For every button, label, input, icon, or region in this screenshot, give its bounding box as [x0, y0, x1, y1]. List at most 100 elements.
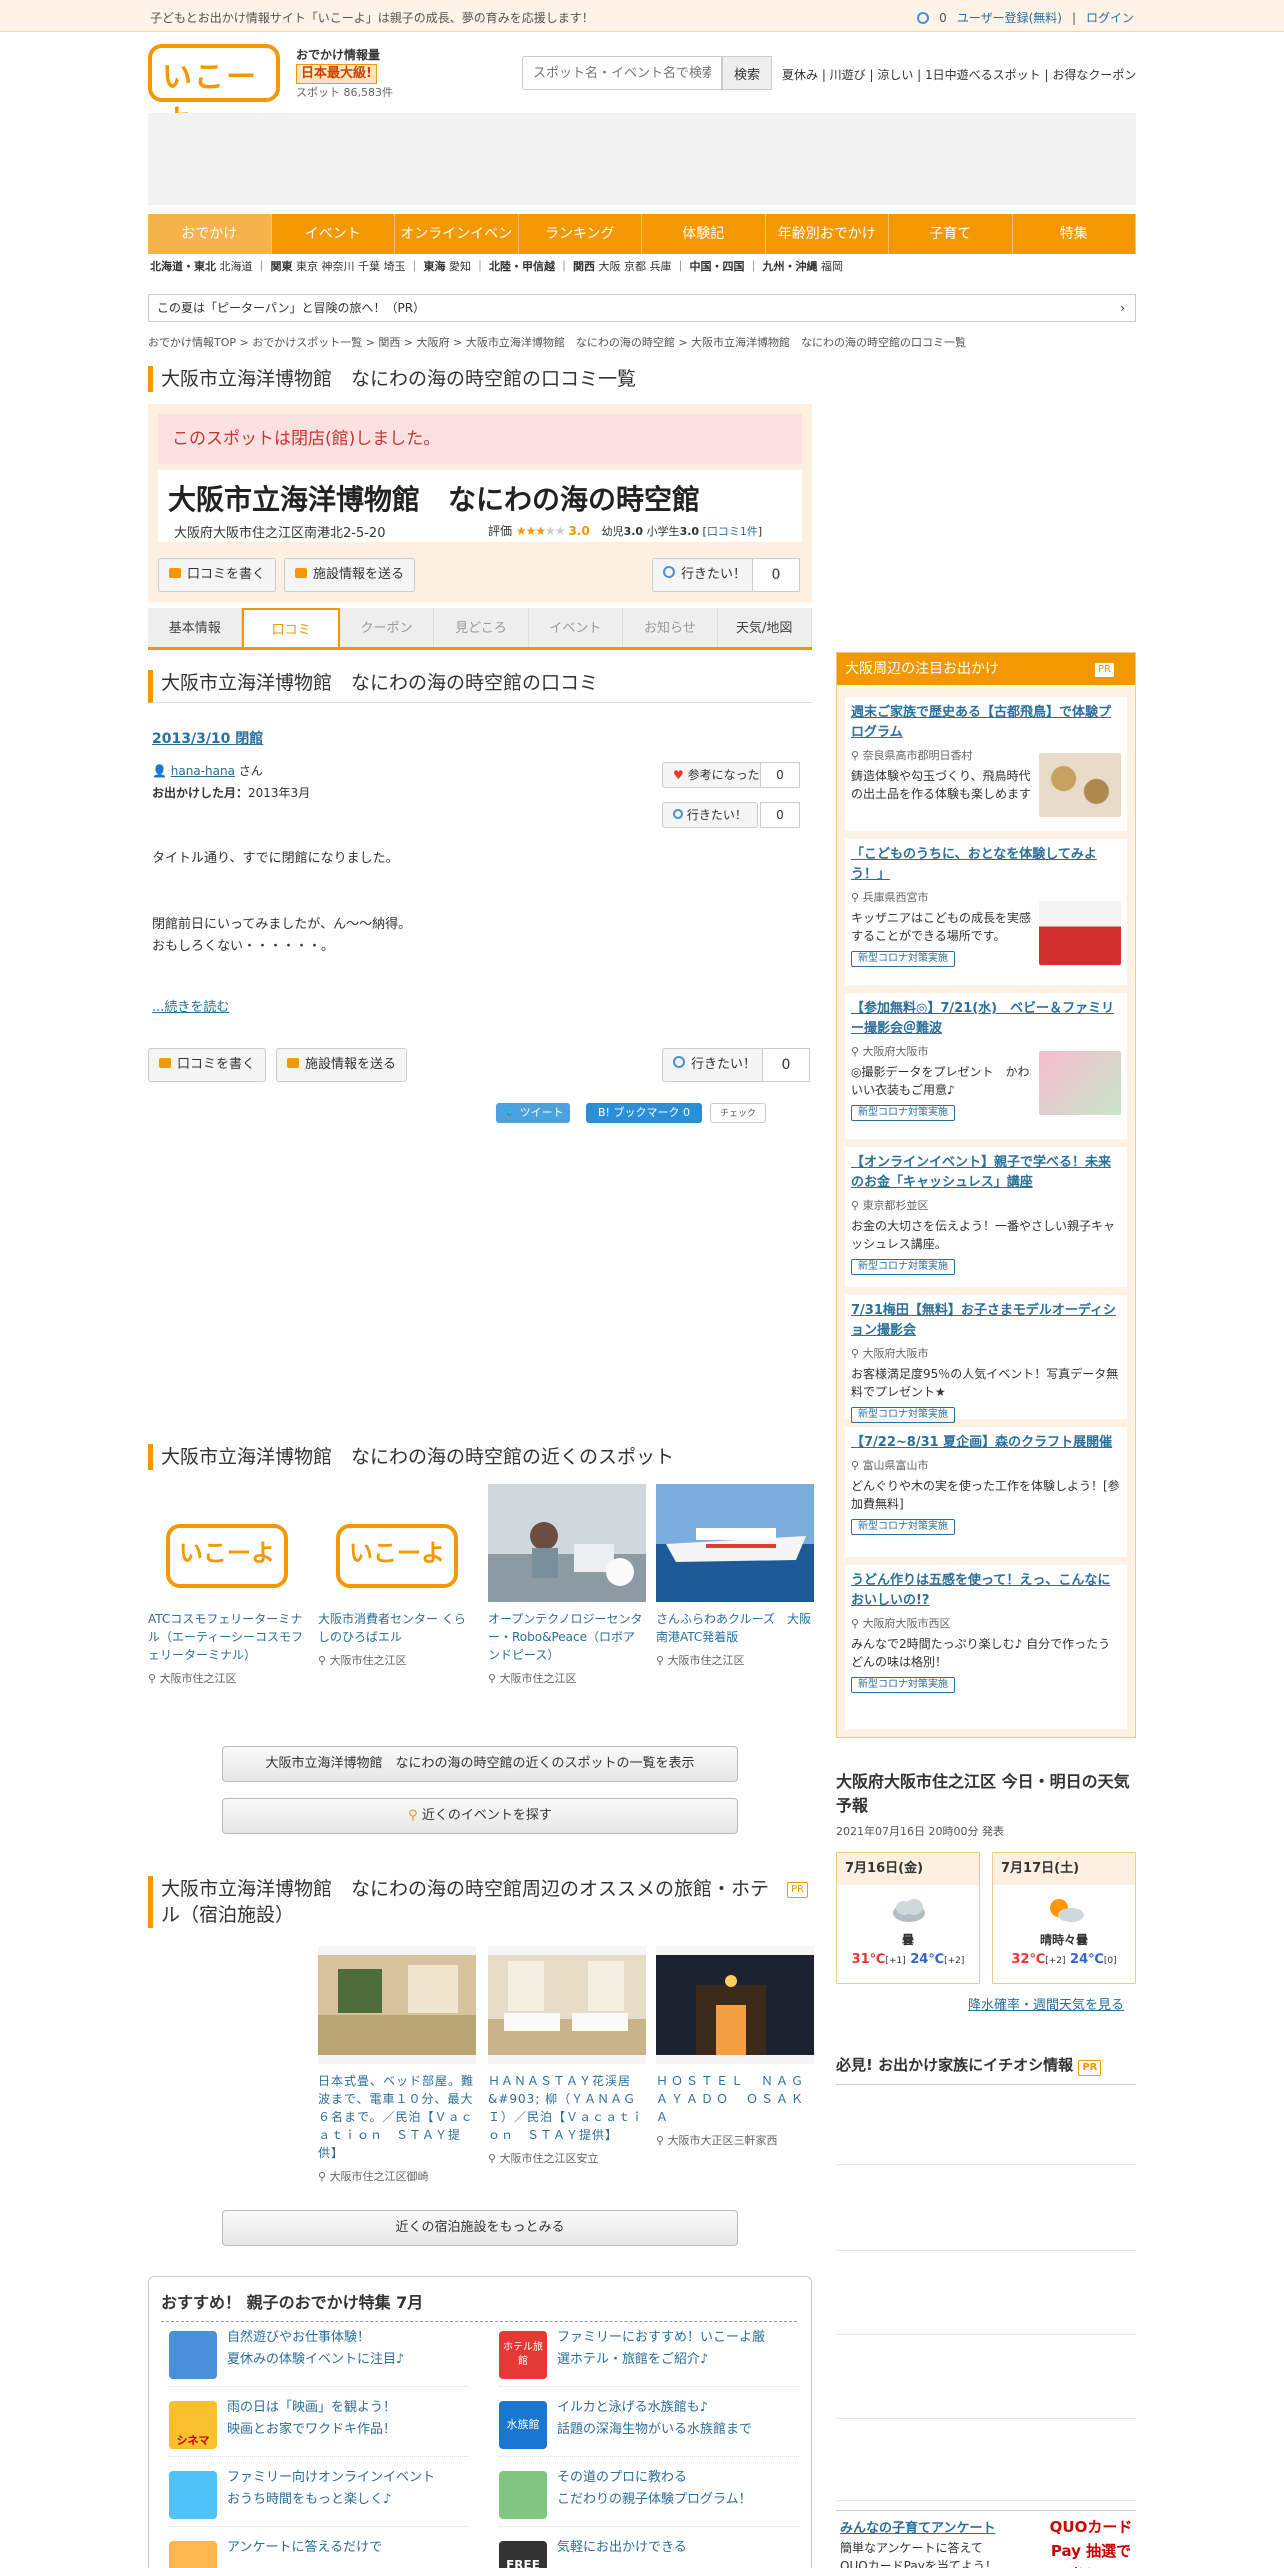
tab-highlights[interactable]: 見どころ: [434, 608, 529, 647]
nearby-spot[interactable]: いこーよ ATCコスモフェリーターミナル（エーティーシーコスモフェリーターミナル…: [148, 1484, 306, 1688]
hotel-link[interactable]: ＨＡＮＡＳＴＡＹ花渓居 &#903; 柳（ＹＡＮＡＧＩ）／民泊【Ｖａｃａｔｉｏｎ…: [488, 2072, 646, 2144]
tab-news[interactable]: お知らせ: [623, 608, 718, 647]
tab-event[interactable]: イベント: [528, 608, 624, 647]
hotel-photo[interactable]: [318, 1946, 476, 2064]
promo-banner[interactable]: この夏は「ピーターパン」と冒険の旅へ！（PR） ›: [148, 294, 1136, 322]
region-items[interactable]: 愛知: [449, 260, 471, 273]
ad-banner[interactable]: [148, 113, 1136, 205]
card-title[interactable]: 週末ご家族で歴史ある【古都飛鳥】で体験プログラム: [851, 703, 1121, 743]
feature-item[interactable]: ホテル旅館 ファミリーにおすすめ！いこーよ厳 選ホテル・旅館をご紹介♪: [499, 2327, 799, 2387]
card-title[interactable]: 【参加無料◎】7/21(水) ベビー＆ファミリー撮影会＠難波: [851, 999, 1121, 1039]
card-thumb[interactable]: [1039, 901, 1121, 965]
spot-link[interactable]: さんふらわあクルーズ 大阪南港ATC発着版: [656, 1610, 814, 1646]
tab-basic[interactable]: 基本情報: [148, 608, 243, 647]
sidebar-card[interactable]: 【オンラインイベント】親子で学べる！未来のお金「キャッシュレス」講座 ⚲ 東京都…: [845, 1147, 1127, 1287]
review-count-link[interactable]: 口コミ1件: [707, 525, 758, 538]
card-title[interactable]: 【7/22~8/31 夏企画】森のクラフト展開催: [851, 1433, 1121, 1453]
card-thumb[interactable]: [1039, 1051, 1121, 1115]
hotel-link[interactable]: ＨＯＳＴＥＬ ＮＡＧＡＹＡＤＯ ＯＳＡＫＡ: [656, 2072, 814, 2126]
clip-icon[interactable]: [914, 9, 932, 26]
quick-links[interactable]: 夏休み | 川遊び | 涼しい | 1日中遊べるスポット | お得なクーポン: [782, 66, 1136, 83]
card-title[interactable]: 「こどものうちに、おとなを体験してみよう！」: [851, 845, 1121, 885]
nav-odekake[interactable]: おでかけ: [148, 214, 272, 254]
send-info-button[interactable]: 施設情報を送る: [284, 558, 416, 592]
spot-link[interactable]: オープンテクノロジーセンター・Robo&Peace（ロボアンドピース）: [488, 1610, 646, 1664]
sidebar-card[interactable]: 週末ご家族で歴史ある【古都飛鳥】で体験プログラム ⚲ 奈良県高市郡明日香村 鋳造…: [845, 697, 1127, 831]
check-button[interactable]: チェック: [710, 1103, 766, 1123]
region-items[interactable]: 福岡: [821, 260, 843, 273]
region-name[interactable]: 関西: [573, 260, 595, 273]
hotel-item[interactable]: 日本式畳、ベッド部屋。難波まで、電車１０分、最大６名まで。／民泊【Ｖａｃａｔｉｏ…: [318, 1946, 476, 2186]
card-thumb[interactable]: [1039, 753, 1121, 817]
sidebar-card[interactable]: 「こどものうちに、おとなを体験してみよう！」 ⚲ 兵庫県西宮市 キッザニアはこど…: [845, 839, 1127, 985]
nav-special[interactable]: 特集: [1013, 214, 1136, 254]
spot-photo[interactable]: [488, 1484, 646, 1602]
card-title[interactable]: 【オンラインイベント】親子で学べる！未来のお金「キャッシュレス」講座: [851, 1153, 1121, 1193]
sidebar-card[interactable]: 7/31梅田【無料】お子さまモデルオーディション撮影会 ⚲ 大阪府大阪市 お客様…: [845, 1295, 1127, 1423]
hotel-photo[interactable]: [488, 1946, 646, 2064]
region-name[interactable]: 北海道・東北: [150, 260, 216, 273]
feature-item[interactable]: アンケートに答えるだけで: [169, 2537, 469, 2568]
sidebar-card[interactable]: 【参加無料◎】7/21(水) ベビー＆ファミリー撮影会＠難波 ⚲ 大阪府大阪市 …: [845, 993, 1127, 1139]
survey-title[interactable]: みんなの子育てアンケート: [840, 2517, 995, 2536]
feature-item[interactable]: FREE 気軽にお出かけできる: [499, 2537, 799, 2568]
spot-image[interactable]: いこーよ: [148, 1484, 306, 1602]
nearby-events-button[interactable]: ⚲ 近くのイベントを探す: [222, 1798, 738, 1834]
site-logo[interactable]: いこーよ: [148, 44, 280, 139]
quo-promo[interactable]: QUOカードPay 抽選で当たる: [1046, 2515, 1136, 2568]
spot-image[interactable]: いこーよ: [318, 1484, 476, 1602]
write-review-button-bottom[interactable]: 口コミを書く: [148, 1048, 267, 1082]
nav-ranking[interactable]: ランキング: [519, 214, 642, 254]
nearby-list-button[interactable]: 大阪市立海洋博物館 なにわの海の時空館の近くのスポットの一覧を表示: [222, 1746, 738, 1782]
tab-coupon[interactable]: クーポン: [339, 608, 435, 647]
feature-item[interactable]: その道のプロに教わる こだわりの親子体験プログラム！: [499, 2467, 799, 2527]
want-go-button[interactable]: 行きたい！: [652, 558, 758, 592]
hotel-item[interactable]: ＨＯＳＴＥＬ ＮＡＧＡＹＡＤＯ ＯＳＡＫＡ ⚲ 大阪市大正区三軒家西: [656, 1946, 814, 2150]
nav-age[interactable]: 年齢別おでかけ: [766, 214, 889, 254]
tab-reviews[interactable]: 口コミ: [242, 608, 340, 647]
search-button[interactable]: 検索: [722, 56, 772, 90]
search-input[interactable]: [522, 56, 722, 90]
sidebar-card[interactable]: うどん作りは五感を使って！えっ、こんなにおいしいの!? ⚲ 大阪府大阪市西区 み…: [845, 1565, 1127, 1729]
region-name[interactable]: 関東: [271, 260, 293, 273]
login-link[interactable]: ログイン: [1086, 9, 1134, 26]
region-name[interactable]: 中国・四国: [690, 260, 745, 273]
nav-taikenki[interactable]: 体験記: [642, 214, 766, 254]
want-go-button-bottom[interactable]: 行きたい！: [662, 1048, 768, 1082]
feature-item[interactable]: 自然遊びやお仕事体験！ 夏休みの体験イベントに注目♪: [169, 2327, 469, 2387]
card-title[interactable]: 7/31梅田【無料】お子さまモデルオーディション撮影会: [851, 1301, 1121, 1341]
feature-item[interactable]: ファミリー向けオンラインイベント おうち時間をもっと楽しく♪: [169, 2467, 469, 2527]
nearby-spot[interactable]: いこーよ 大阪市消費者センター くらしのひろばエル ⚲ 大阪市住之江区: [318, 1484, 476, 1670]
review-title[interactable]: 2013/3/10 閉館: [152, 728, 263, 748]
spot-photo[interactable]: [656, 1484, 814, 1602]
nearby-spot[interactable]: オープンテクノロジーセンター・Robo&Peace（ロボアンドピース） ⚲ 大阪…: [488, 1484, 646, 1688]
nav-online-event[interactable]: オンラインイベント: [395, 214, 519, 282]
nearby-spot[interactable]: さんふらわあクルーズ 大阪南港ATC発着版 ⚲ 大阪市住之江区: [656, 1484, 814, 1670]
region-items[interactable]: 北海道: [220, 260, 253, 273]
spot-link[interactable]: 大阪市消費者センター くらしのひろばエル: [318, 1610, 476, 1646]
tweet-button[interactable]: 🐦 ツイート: [496, 1103, 570, 1123]
region-name[interactable]: 東海: [424, 260, 446, 273]
hotel-more-button[interactable]: 近くの宿泊施設をもっとみる: [222, 2210, 738, 2246]
sidebar-card[interactable]: 【7/22~8/31 夏企画】森のクラフト展開催 ⚲ 富山県富山市 どんぐりや木…: [845, 1427, 1127, 1557]
spot-link[interactable]: ATCコスモフェリーターミナル（エーティーシーコスモフェリーターミナル）: [148, 1610, 306, 1664]
weekly-weather-link[interactable]: 降水確率・週間天気を見る: [968, 1994, 1124, 2013]
tab-weather-map[interactable]: 天気/地図: [717, 608, 812, 647]
card-title[interactable]: うどん作りは五感を使って！えっ、こんなにおいしいの!?: [851, 1571, 1121, 1611]
region-items[interactable]: 東京 神奈川 千葉 埼玉: [296, 260, 406, 273]
region-items[interactable]: 大阪 京都 兵庫: [599, 260, 672, 273]
hatena-button[interactable]: B! ブックマーク 0: [586, 1103, 702, 1123]
nav-kosodate[interactable]: 子育て: [889, 214, 1013, 254]
nav-event[interactable]: イベント: [272, 214, 395, 254]
reviewer-link[interactable]: hana-hana: [171, 764, 235, 778]
feature-item[interactable]: シネマ 雨の日は「映画」を観よう！ 映画とお家でワクドキ作品！: [169, 2397, 469, 2457]
feature-item[interactable]: 水族館 イルカと泳げる水族館も♪ 話題の深海生物がいる水族館まで: [499, 2397, 799, 2457]
helpful-button[interactable]: ♥ 参考になった: [662, 762, 771, 788]
survey-banner[interactable]: みんなの子育てアンケート 簡単なアンケートに答えて QUOカードPayを当てよう！…: [836, 2510, 1136, 2568]
hotel-item[interactable]: ＨＡＮＡＳＴＡＹ花渓居 &#903; 柳（ＹＡＮＡＧＩ）／民泊【Ｖａｃａｔｉｏｎ…: [488, 1946, 646, 2168]
send-info-button-bottom[interactable]: 施設情報を送る: [276, 1048, 408, 1082]
breadcrumb[interactable]: おでかけ情報TOP > おでかけスポット一覧 > 関西 > 大阪府 > 大阪市立…: [148, 334, 966, 350]
write-review-button[interactable]: 口コミを書く: [158, 558, 277, 592]
review-want-go-button[interactable]: 行きたい！: [662, 802, 758, 828]
hotel-link[interactable]: 日本式畳、ベッド部屋。難波まで、電車１０分、最大６名まで。／民泊【Ｖａｃａｔｉｏ…: [318, 2072, 476, 2162]
